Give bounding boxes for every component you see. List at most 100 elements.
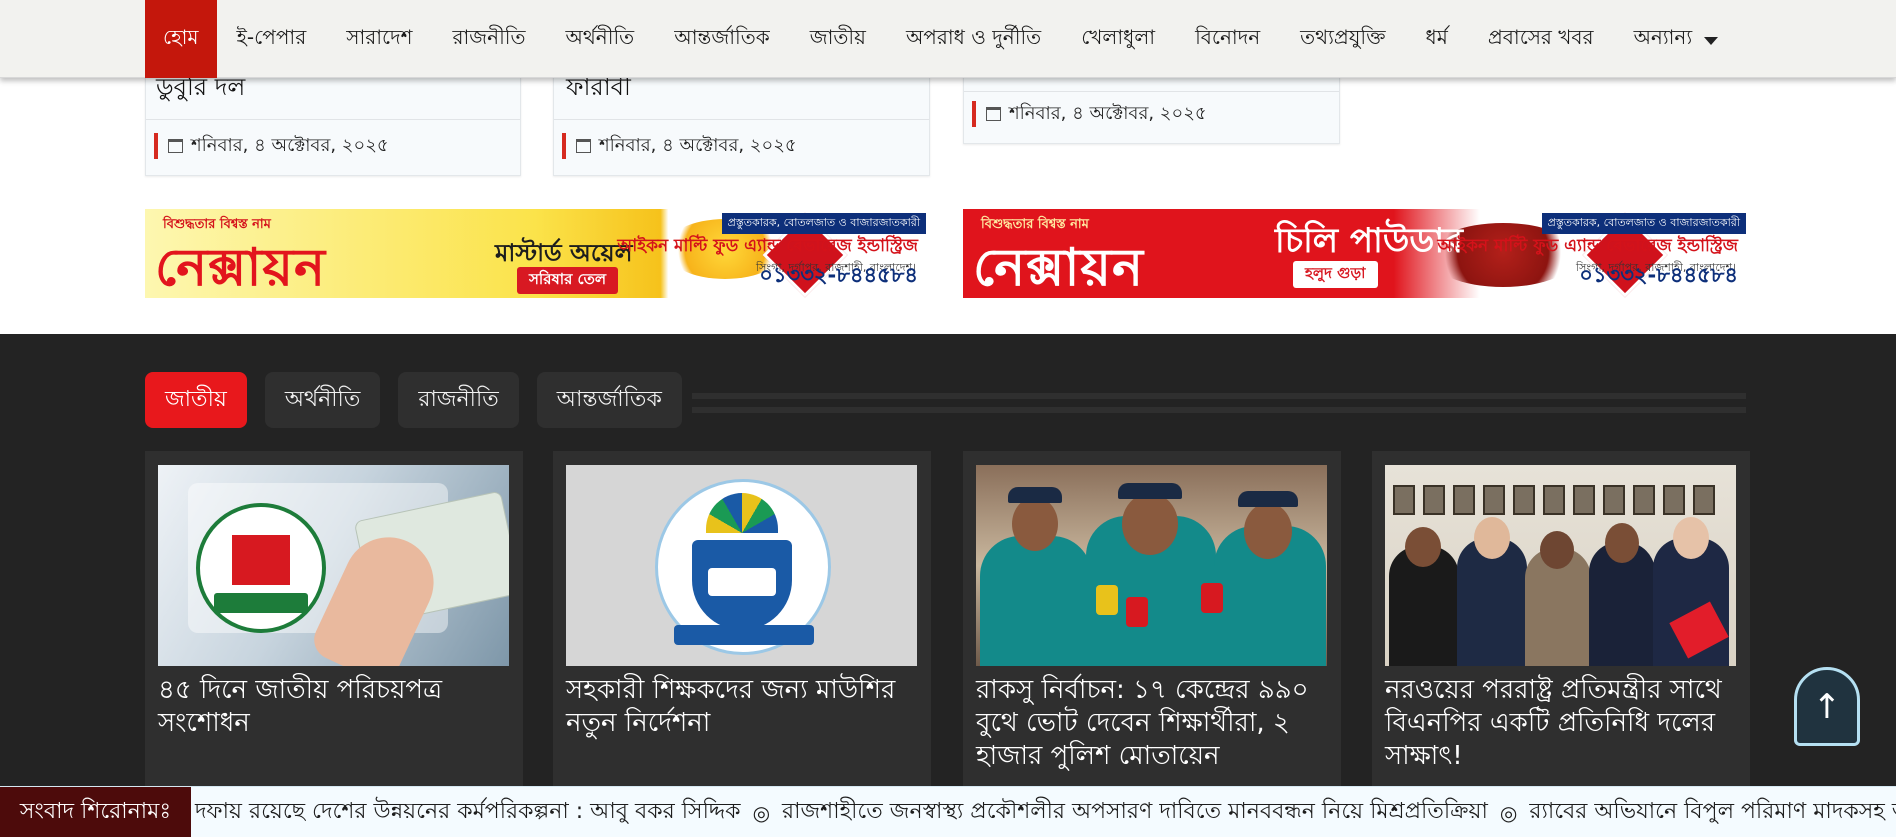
ticker-separator-icon: ◎ bbox=[752, 800, 771, 825]
cap-graphic bbox=[1118, 483, 1182, 499]
portrait-frame bbox=[1693, 485, 1715, 515]
news-card[interactable]: নরওয়ের পররাষ্ট্র প্রতিমন্ত্রীর সাথে বিএ… bbox=[1372, 451, 1750, 787]
news-ticker: দফায় রয়েছে দেশের উন্নয়নের কর্মপরিকল্প… bbox=[0, 786, 1896, 837]
portrait-frame bbox=[1513, 485, 1535, 515]
tab-economy[interactable]: অর্থনীতি bbox=[264, 372, 381, 428]
news-card[interactable]: সহকারী শিক্ষকদের জন্য মাউশির নতুন নির্দে… bbox=[553, 451, 931, 787]
delegation-meeting-photo[interactable] bbox=[1385, 465, 1736, 666]
news-headline[interactable]: সহকারী শিক্ষকদের জন্য মাউশির নতুন নির্দে… bbox=[566, 674, 926, 740]
ticker-item[interactable]: রাজশাহীতে জনস্বাস্থ্য প্রকৌশলীর অপসারণ দ… bbox=[782, 794, 1488, 831]
portrait-frame bbox=[1423, 485, 1445, 515]
news-headline[interactable]: ৪৫ দিনে জাতীয় পরিচয়পত্র সংশোধন bbox=[158, 674, 518, 740]
nav-item-religion[interactable]: ধর্ম bbox=[1406, 0, 1468, 78]
tab-divider bbox=[692, 393, 1746, 413]
tab-politics[interactable]: রাজনীতি bbox=[398, 372, 519, 428]
chevron-down-icon bbox=[1704, 37, 1719, 45]
ad-company: আইকন মাল্টি ফুড এ্যান্ড বেভারেজ ইন্ডাস্ট… bbox=[1437, 236, 1738, 256]
portrait-frame bbox=[1393, 485, 1415, 515]
ticker-separator-icon: ◎ bbox=[1499, 800, 1518, 825]
cap-graphic bbox=[1008, 487, 1062, 503]
emblem-ribbon bbox=[214, 593, 308, 613]
news-card[interactable]: ৪৫ দিনে জাতীয় পরিচয়পত্র সংশোধন bbox=[145, 451, 523, 787]
ad-strip: প্রস্তুতকারক, বোতলজাত ও বাজারজাতকারী bbox=[721, 213, 926, 234]
top-card-date: শনিবার, ৪ অক্টোবর, ২০২৫ bbox=[972, 101, 1207, 127]
nav-item-entertainment[interactable]: বিনোদন bbox=[1175, 0, 1280, 78]
tab-national[interactable]: জাতীয় bbox=[145, 372, 247, 428]
tab-international[interactable]: আন্তর্জাতিক bbox=[536, 372, 682, 428]
person-figure bbox=[980, 536, 1092, 666]
ad-company: আইকন মাল্টি ফুড এ্যান্ড বেভারেজ ইন্ডাস্ট… bbox=[617, 236, 918, 256]
nav-item-epaper[interactable]: ই-পেপার bbox=[217, 0, 327, 78]
cap-graphic bbox=[1238, 491, 1298, 507]
calendar-icon bbox=[168, 139, 183, 153]
ballot-box-icon bbox=[232, 535, 290, 585]
ad-subtitle: সরিষার তেল bbox=[517, 267, 619, 294]
nav-item-crime[interactable]: অপরাধ ও দুর্নীতি bbox=[886, 0, 1061, 78]
nav-item-tech[interactable]: তথ্যপ্রযুক্তি bbox=[1280, 0, 1405, 78]
mauhshi-logo[interactable] bbox=[566, 465, 917, 666]
microphone-icon bbox=[1126, 597, 1148, 627]
portrait-frame bbox=[1543, 485, 1565, 515]
nav-item-international[interactable]: আন্তর্জাতিক bbox=[654, 0, 790, 78]
news-card[interactable]: রাকসু নির্বাচন: ১৭ কেন্দ্রের ৯৯০ বুথে ভো… bbox=[963, 451, 1341, 787]
top-card-date: শনিবার, ৪ অক্টোবর, ২০২৫ bbox=[154, 133, 389, 159]
date-text: শনিবার, ৪ অক্টোবর, ২০২৫ bbox=[191, 134, 389, 156]
ad-subtitle: হলুদ গুড়া bbox=[1293, 261, 1378, 288]
news-headline[interactable]: নরওয়ের পররাষ্ট্র প্রতিমন্ত্রীর সাথে বিএ… bbox=[1385, 674, 1745, 773]
person-head bbox=[1122, 493, 1178, 555]
nav-menu: হোম ই-পেপার সারাদেশ রাজনীতি অর্থনীতি আন্… bbox=[145, 0, 1738, 78]
nav-item-politics[interactable]: রাজনীতি bbox=[432, 0, 545, 78]
news-headline[interactable]: রাকসু নির্বাচন: ১৭ কেন্দ্রের ৯৯০ বুথে ভো… bbox=[976, 674, 1336, 773]
arrow-up-icon: ↑ bbox=[1812, 686, 1842, 727]
ad-brand: নেক্সায়ন bbox=[155, 238, 327, 298]
calendar-icon bbox=[986, 107, 1001, 121]
portrait-frame bbox=[1663, 485, 1685, 515]
person-head bbox=[1474, 517, 1510, 559]
portrait-frame bbox=[1603, 485, 1625, 515]
portrait-frame bbox=[1573, 485, 1595, 515]
ticker-item[interactable]: র‍্যাবের অভিযানে বিপুল পরিমাণ মাদকসহ আটক bbox=[1529, 794, 1896, 831]
calendar-icon bbox=[576, 139, 591, 153]
nav-item-sports[interactable]: খেলাধুলা bbox=[1061, 0, 1175, 78]
ticker-item[interactable]: দফায় রয়েছে দেশের উন্নয়নের কর্মপরিকল্প… bbox=[195, 794, 741, 831]
ad-phone: ০১৩৩২-৮৪৪৫৮৪ bbox=[759, 263, 918, 287]
divider bbox=[964, 91, 1339, 92]
nid-card-photo[interactable] bbox=[158, 465, 509, 666]
nav-item-national[interactable]: জাতীয় bbox=[790, 0, 886, 78]
scroll-to-top-button[interactable]: ↑ bbox=[1794, 667, 1860, 746]
ad-strip: প্রস্তুতকারক, বোতলজাত ও বাজারজাতকারী bbox=[1541, 213, 1746, 234]
nav-item-expat[interactable]: প্রবাসের খবর bbox=[1468, 0, 1614, 78]
police-briefing-photo[interactable] bbox=[976, 465, 1327, 666]
ad-banner-mustard-oil[interactable]: বিশুদ্ধতার বিশ্বস্ত নাম নেক্সায়ন মাস্টা… bbox=[145, 209, 926, 298]
person-head bbox=[1673, 517, 1709, 559]
person-head bbox=[1405, 527, 1441, 567]
divider bbox=[554, 119, 929, 120]
nav-item-more[interactable]: অন্যান্য bbox=[1614, 0, 1739, 78]
portrait-frame bbox=[1633, 485, 1655, 515]
ticker-label: সংবাদ শিরোনামঃ bbox=[0, 787, 191, 837]
nav-item-home[interactable]: হোম bbox=[145, 0, 217, 78]
portrait-frame bbox=[1483, 485, 1505, 515]
ad-phone: ০১৩৩২-৮৪৪৫৮৪ bbox=[1579, 263, 1738, 287]
book-icon bbox=[708, 568, 776, 596]
category-tabs: জাতীয় অর্থনীতি রাজনীতি আন্তর্জাতিক bbox=[145, 372, 682, 428]
divider bbox=[146, 119, 520, 120]
ad-banner-chili-powder[interactable]: বিশুদ্ধতার বিশ্বস্ত নাম নেক্সায়ন চিলি প… bbox=[963, 209, 1746, 298]
person-head bbox=[1244, 503, 1292, 559]
microphone-icon bbox=[1096, 585, 1118, 615]
microphone-icon bbox=[1201, 583, 1223, 613]
date-text: শনিবার, ৪ অক্টোবর, ২০২৫ bbox=[599, 134, 797, 156]
nav-more-label: অন্যান্য bbox=[1633, 24, 1693, 49]
portrait-frame bbox=[1453, 485, 1475, 515]
top-card-date: শনিবার, ৪ অক্টোবর, ২০২৫ bbox=[562, 133, 797, 159]
ad-brand: নেক্সায়ন bbox=[973, 238, 1145, 298]
ticker-track: দফায় রয়েছে দেশের উন্নয়নের কর্মপরিকল্প… bbox=[195, 787, 1896, 837]
person-head bbox=[1605, 523, 1639, 563]
nav-item-country[interactable]: সারাদেশ bbox=[326, 0, 432, 78]
person-head bbox=[1012, 497, 1058, 551]
nav-item-economy[interactable]: অর্থনীতি bbox=[546, 0, 655, 78]
logo-banner bbox=[674, 625, 814, 645]
person-head bbox=[1540, 531, 1574, 569]
main-nav: হোম ই-পেপার সারাদেশ রাজনীতি অর্থনীতি আন্… bbox=[0, 0, 1896, 78]
date-text: শনিবার, ৪ অক্টোবর, ২০২৫ bbox=[1009, 102, 1207, 124]
